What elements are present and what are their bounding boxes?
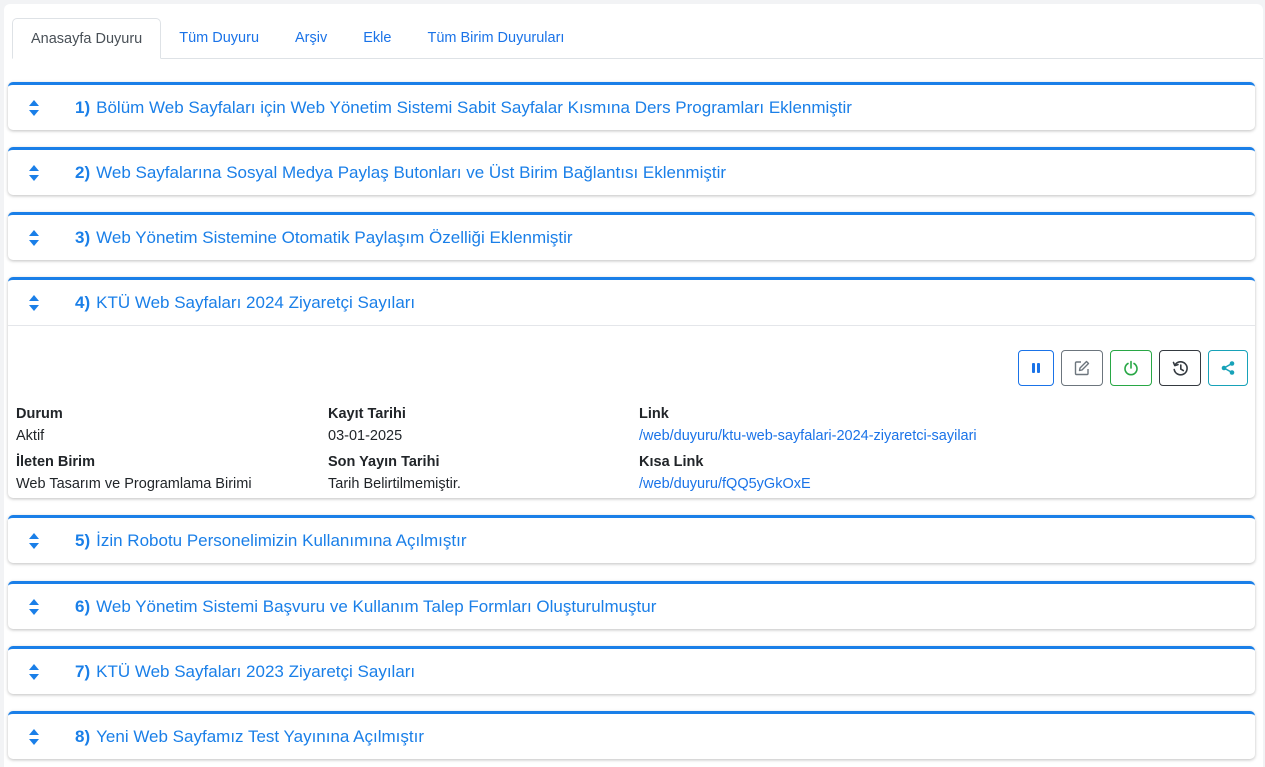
unit-value: Web Tasarım ve Programlama Birimi bbox=[16, 476, 252, 492]
edit-button[interactable] bbox=[1061, 350, 1103, 386]
announcement-detail: Durum Aktif İleten Birim Web Tasarım ve … bbox=[8, 325, 1255, 498]
announcement-card: 5) İzin Robotu Personelimizin Kullanımına… bbox=[8, 515, 1255, 563]
announcement-header[interactable]: 4) KTÜ Web Sayfaları 2024 Ziyaretçi Sayıl… bbox=[8, 280, 1255, 325]
publish-date-value: Tarih Belirtilmemiştir. bbox=[328, 476, 461, 492]
unit-label: İleten Birim bbox=[16, 454, 95, 470]
status-value: Aktif bbox=[16, 428, 45, 444]
record-date-label: Kayıt Tarihi bbox=[328, 406, 406, 422]
tab-anasayfa-duyuru[interactable]: Anasayfa Duyuru bbox=[12, 18, 162, 59]
tab-bar: Anasayfa Duyuru Tüm Duyuru Arşiv Ekle Tü… bbox=[12, 16, 1263, 59]
pause-icon bbox=[1032, 363, 1040, 373]
link-field: Link /web/duyuru/ktu-web-sayfalari-2024-… bbox=[639, 406, 977, 444]
announcement-card-expanded: 4) KTÜ Web Sayfaları 2024 Ziyaretçi Sayıl… bbox=[8, 277, 1255, 498]
announcement-title[interactable]: 7) KTÜ Web Sayfaları 2023 Ziyaretçi Sayıl… bbox=[75, 662, 415, 682]
sort-icon bbox=[27, 229, 41, 247]
sort-icon bbox=[27, 99, 41, 117]
announcement-card: 1) Bölüm Web Sayfaları için Web Yönetim S… bbox=[8, 82, 1255, 130]
announcement-header[interactable]: 2) Web Sayfalarına Sosyal Medya Paylaş Bu… bbox=[8, 150, 1255, 195]
publish-date-field: Son Yayın Tarihi Tarih Belirtilmemiştir. bbox=[328, 454, 461, 492]
announcement-card: 6) Web Yönetim Sistemi Başvuru ve Kullanı… bbox=[8, 581, 1255, 629]
announcement-title[interactable]: 8) Yeni Web Sayfamız Test Yayınına Açılmı… bbox=[75, 727, 424, 747]
sort-icon bbox=[27, 164, 41, 182]
share-button[interactable] bbox=[1208, 350, 1248, 386]
power-icon bbox=[1124, 360, 1138, 376]
pause-button[interactable] bbox=[1018, 350, 1054, 386]
announcement-card: 3) Web Yönetim Sistemine Otomatik Paylaşı… bbox=[8, 212, 1255, 260]
power-button[interactable] bbox=[1110, 350, 1152, 386]
announcement-card: 2) Web Sayfalarına Sosyal Medya Paylaş Bu… bbox=[8, 147, 1255, 195]
announcement-header[interactable]: 8) Yeni Web Sayfamız Test Yayınına Açılmı… bbox=[8, 714, 1255, 759]
share-icon bbox=[1221, 361, 1235, 375]
announcement-header[interactable]: 3) Web Yönetim Sistemine Otomatik Paylaşı… bbox=[8, 215, 1255, 260]
announcement-title[interactable]: 6) Web Yönetim Sistemi Başvuru ve Kullanı… bbox=[75, 597, 656, 617]
history-icon bbox=[1172, 360, 1188, 376]
short-link-label: Kısa Link bbox=[639, 454, 704, 470]
sort-icon bbox=[27, 728, 41, 746]
edit-icon bbox=[1074, 360, 1090, 376]
announcement-card: 8) Yeni Web Sayfamız Test Yayınına Açılmı… bbox=[8, 711, 1255, 759]
tab-tum-birim-duyurulari[interactable]: Tüm Birim Duyuruları bbox=[409, 18, 582, 58]
link-label: Link bbox=[639, 406, 669, 422]
sort-icon bbox=[27, 598, 41, 616]
announcement-header[interactable]: 6) Web Yönetim Sistemi Başvuru ve Kullanı… bbox=[8, 584, 1255, 629]
tab-ekle[interactable]: Ekle bbox=[345, 18, 409, 58]
sort-icon bbox=[27, 294, 41, 312]
announcement-title[interactable]: 4) KTÜ Web Sayfaları 2024 Ziyaretçi Sayıl… bbox=[75, 293, 415, 313]
action-buttons bbox=[1018, 350, 1248, 386]
unit-field: İleten Birim Web Tasarım ve Programlama … bbox=[16, 454, 252, 492]
announcement-header[interactable]: 5) İzin Robotu Personelimizin Kullanımına… bbox=[8, 518, 1255, 563]
announcement-title[interactable]: 1) Bölüm Web Sayfaları için Web Yönetim S… bbox=[75, 98, 852, 118]
status-label: Durum bbox=[16, 406, 63, 422]
sort-icon bbox=[27, 663, 41, 681]
record-date-field: Kayıt Tarihi 03-01-2025 bbox=[328, 406, 406, 444]
record-date-value: 03-01-2025 bbox=[328, 428, 403, 444]
history-button[interactable] bbox=[1159, 350, 1201, 386]
announcement-header[interactable]: 1) Bölüm Web Sayfaları için Web Yönetim S… bbox=[8, 85, 1255, 130]
announcement-header[interactable]: 7) KTÜ Web Sayfaları 2023 Ziyaretçi Sayıl… bbox=[8, 649, 1255, 694]
announcement-title[interactable]: 5) İzin Robotu Personelimizin Kullanımına… bbox=[75, 531, 467, 551]
short-link-field: Kısa Link /web/duyuru/fQQ5yGkOxE bbox=[639, 454, 811, 492]
announcement-link[interactable]: /web/duyuru/ktu-web-sayfalari-2024-ziyar… bbox=[639, 428, 977, 444]
short-link[interactable]: /web/duyuru/fQQ5yGkOxE bbox=[639, 476, 811, 492]
status-field: Durum Aktif bbox=[16, 406, 63, 444]
publish-date-label: Son Yayın Tarihi bbox=[328, 454, 440, 470]
sort-icon bbox=[27, 532, 41, 550]
tab-tum-duyuru[interactable]: Tüm Duyuru bbox=[161, 18, 277, 58]
page-container: Anasayfa Duyuru Tüm Duyuru Arşiv Ekle Tü… bbox=[4, 4, 1263, 767]
tab-arsiv[interactable]: Arşiv bbox=[277, 18, 345, 58]
announcement-title[interactable]: 2) Web Sayfalarına Sosyal Medya Paylaş Bu… bbox=[75, 163, 726, 183]
announcement-card: 7) KTÜ Web Sayfaları 2023 Ziyaretçi Sayıl… bbox=[8, 646, 1255, 694]
announcement-title[interactable]: 3) Web Yönetim Sistemine Otomatik Paylaşı… bbox=[75, 228, 573, 248]
